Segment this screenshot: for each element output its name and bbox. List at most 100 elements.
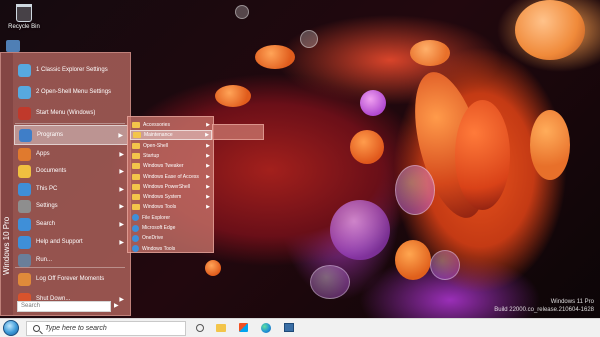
app-window-icon[interactable] xyxy=(283,322,295,334)
programs-menu-item-label: Maintenance xyxy=(144,132,173,139)
start-menu-item[interactable]: Log Off Forever Moments xyxy=(14,269,128,289)
programs-menu-item-label: Open-Shell xyxy=(143,142,169,149)
programs-menu-item-label: Startup xyxy=(143,152,160,159)
start-menu-item-label: 2 Open-Shell Menu Settings xyxy=(36,89,112,95)
programs-menu-item[interactable]: Maintenance ▶ xyxy=(130,130,212,141)
wallpaper-blob xyxy=(300,30,318,48)
start-menu-item[interactable]: Help and Support ▶ xyxy=(14,232,128,252)
menu-separator xyxy=(15,123,125,124)
start-menu-item[interactable]: 2 Open-Shell Menu Settings xyxy=(14,82,128,102)
start-menu-item-label: Run... xyxy=(36,257,53,263)
programs-menu-item[interactable]: File Explorer xyxy=(130,213,212,223)
app-icon xyxy=(132,234,139,242)
wallpaper-blob xyxy=(530,110,570,180)
edge-icon[interactable] xyxy=(260,322,272,334)
taskbar: Type here to search xyxy=(0,318,600,337)
start-menu-item[interactable]: Programs ▶ xyxy=(14,125,128,145)
programs-menu-item[interactable]: Windows Tweaker ▶ xyxy=(130,161,212,171)
folder-icon xyxy=(133,132,141,139)
recycle-bin[interactable]: Recycle Bin xyxy=(4,4,44,30)
start-menu-item-label: Help and Support xyxy=(36,239,83,245)
start-menu-item-label: Start Menu (Windows) xyxy=(36,110,96,116)
run-icon xyxy=(18,253,31,267)
start-menu-edition-label: Windows 10 Pro xyxy=(2,216,11,275)
start-menu-item-label: This PC xyxy=(36,186,58,192)
folder-icon xyxy=(132,152,140,159)
wallpaper-blob xyxy=(330,200,390,260)
folder-icon xyxy=(132,204,140,211)
app-icon xyxy=(132,245,139,253)
programs-menu-item[interactable]: Windows Ease of Access ▶ xyxy=(130,172,212,182)
submenu-arrow-icon: ▶ xyxy=(206,173,210,180)
start-menu-item[interactable]: Search ▶ xyxy=(14,214,128,234)
submenu-arrow-icon: ▶ xyxy=(206,163,210,170)
app-icon xyxy=(132,214,139,222)
programs-menu-item[interactable]: Windows Tools ▶ xyxy=(130,202,212,212)
start-menu-item-label: Log Off Forever Moments xyxy=(36,276,105,282)
folder-icon xyxy=(132,163,140,170)
search-icon xyxy=(18,217,31,231)
programs-menu-item[interactable]: Microsoft Edge xyxy=(130,223,212,233)
wallpaper-blob xyxy=(205,260,221,276)
microsoft-store-icon[interactable] xyxy=(238,322,250,334)
start-menu-item-label: Search xyxy=(36,221,56,227)
programs-menu-item-label: Windows Tools xyxy=(143,204,177,211)
start-menu-item[interactable]: Documents ▶ xyxy=(14,161,128,181)
submenu-arrow-icon: ▶ xyxy=(206,122,210,128)
programs-menu-item-label: Windows Ease of Access xyxy=(143,173,199,180)
maintenance-submenu xyxy=(212,124,264,140)
programs-menu-item-label: File Explorer xyxy=(142,214,171,221)
start-menu-side-strip: Windows 10 Pro xyxy=(1,53,13,315)
programs-menu-item[interactable]: Windows Tools xyxy=(130,244,212,254)
start-menu-item[interactable]: Start Menu (Windows) xyxy=(14,103,128,123)
taskbar-search-box[interactable]: Type here to search xyxy=(26,321,186,336)
programs-menu-item[interactable]: Windows PowerShell ▶ xyxy=(130,182,212,192)
start-button[interactable] xyxy=(3,320,19,336)
programs-menu-item[interactable]: Open-Shell ▶ xyxy=(130,141,212,151)
taskbar-search-placeholder: Type here to search xyxy=(45,325,107,332)
submenu-arrow-icon: ▶ xyxy=(119,203,124,210)
menu-separator xyxy=(15,267,125,268)
start-menu: Windows 10 Pro 1 Classic Explorer Settin… xyxy=(0,52,131,316)
wallpaper-blob xyxy=(255,45,295,69)
apps-icon xyxy=(18,147,31,161)
shutdown-options-arrow-icon[interactable]: ▶ xyxy=(114,302,119,309)
programs-menu-item[interactable]: Windows System ▶ xyxy=(130,192,212,202)
recycle-bin-label: Recycle Bin xyxy=(8,24,40,30)
desktop-shortcut-icon[interactable] xyxy=(6,40,20,52)
programs-menu-item[interactable]: Accessories ▶ xyxy=(130,120,212,130)
gear-icon xyxy=(18,199,31,213)
wallpaper-blob xyxy=(360,90,386,116)
file-explorer-icon[interactable] xyxy=(215,322,227,334)
wallpaper-blob xyxy=(410,40,450,66)
submenu-arrow-icon: ▶ xyxy=(119,186,124,193)
folder-icon xyxy=(132,183,140,190)
folder-icon xyxy=(132,142,140,149)
search-icon xyxy=(33,325,40,332)
task-view-icon[interactable] xyxy=(194,322,206,334)
programs-menu-item[interactable]: Startup ▶ xyxy=(130,151,212,161)
submenu-arrow-icon: ▶ xyxy=(206,152,210,159)
wallpaper-blob xyxy=(215,85,251,107)
help-icon xyxy=(18,235,31,249)
programs-menu-item-label: Windows System xyxy=(143,194,182,201)
log-off-icon xyxy=(18,272,31,286)
submenu-arrow-icon: ▶ xyxy=(206,142,210,149)
wallpaper-blob xyxy=(430,250,460,280)
start-menu-item[interactable]: Settings ▶ xyxy=(14,196,128,216)
programs-menu-item-label: Windows Tools xyxy=(142,245,176,252)
submenu-arrow-icon: ▶ xyxy=(206,183,210,190)
recycle-bin-icon xyxy=(16,4,32,22)
folder-icon xyxy=(132,173,140,180)
windows-logo-icon xyxy=(18,106,31,120)
programs-menu-item-label: OneDrive xyxy=(142,235,164,242)
start-menu-item-label: Documents xyxy=(36,168,67,174)
start-menu-item[interactable]: 1 Classic Explorer Settings xyxy=(14,60,128,80)
programs-menu-item-label: Windows PowerShell xyxy=(143,183,190,190)
documents-icon xyxy=(18,164,31,178)
computer-icon xyxy=(18,182,31,196)
start-menu-search-input[interactable]: Search xyxy=(17,301,111,312)
wallpaper-blob xyxy=(310,265,350,299)
programs-menu-item[interactable]: OneDrive xyxy=(130,233,212,243)
folder-icon xyxy=(132,194,140,201)
